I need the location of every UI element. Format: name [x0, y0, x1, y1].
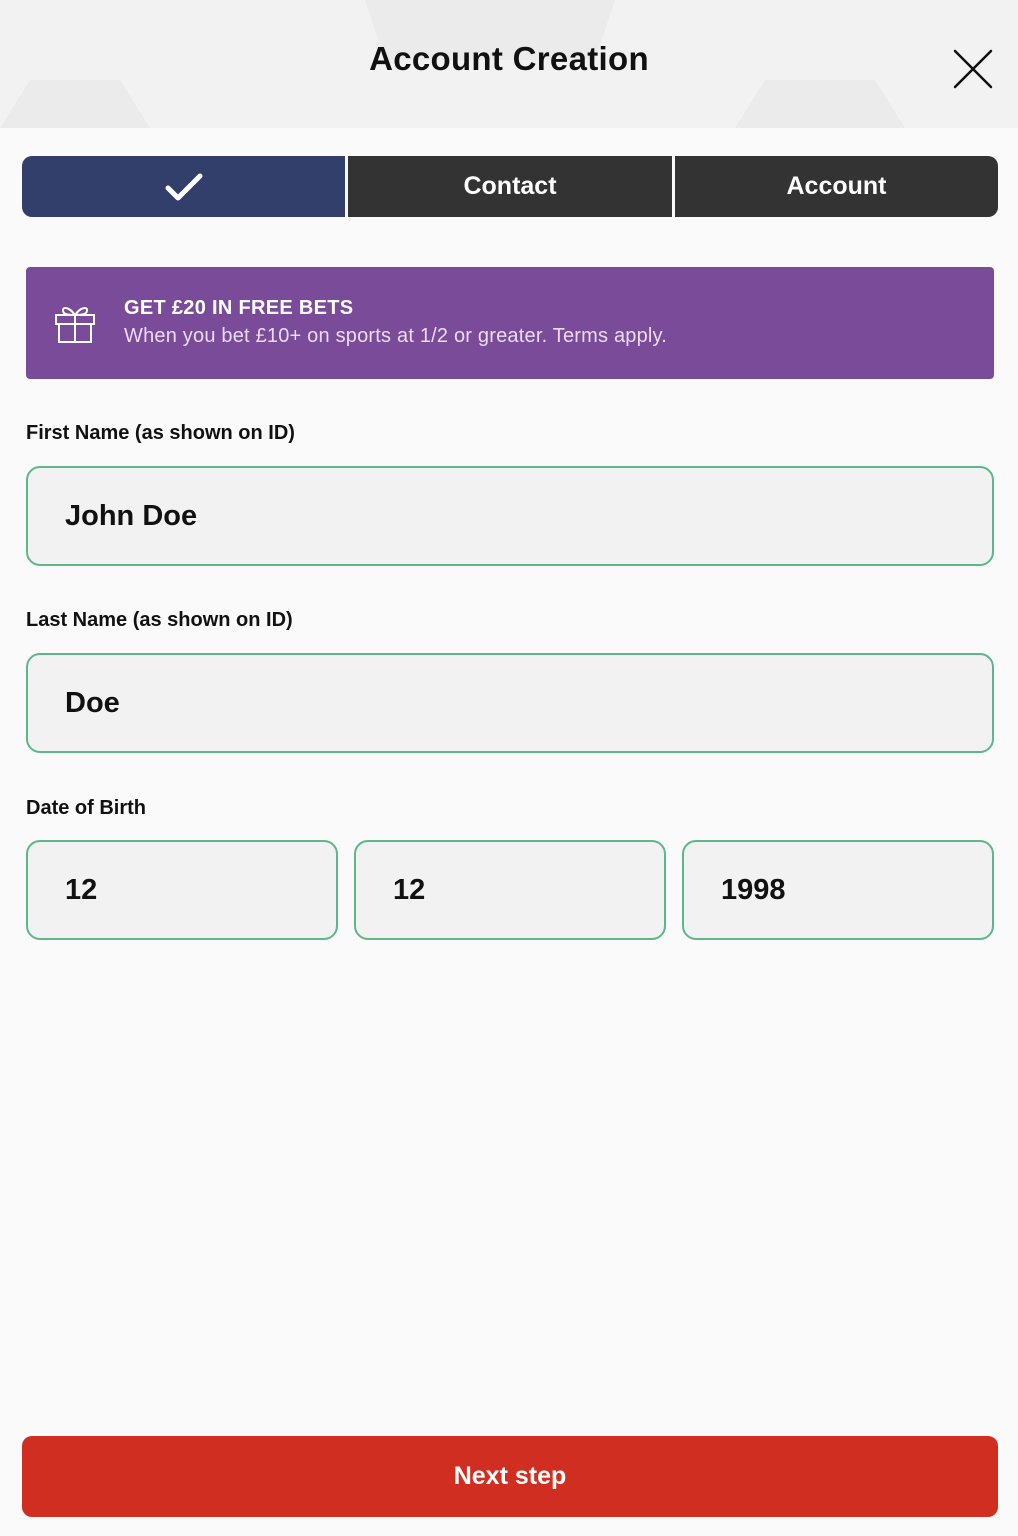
promo-terms-text: When you bet £10+ on sports at 1/2 or gr…: [124, 325, 668, 347]
step-contact[interactable]: Contact: [348, 156, 672, 217]
close-icon: [953, 49, 993, 89]
gift-icon: [55, 307, 95, 343]
header-decoration: [735, 80, 905, 128]
promo-headline: GET £20 IN FREE BETS: [124, 297, 354, 319]
last-name-label: Last Name (as shown on ID): [26, 609, 293, 631]
first-name-label: First Name (as shown on ID): [26, 422, 295, 444]
progress-stepper: Contact Account: [22, 156, 998, 217]
page-title: Account Creation: [369, 40, 649, 77]
dob-month-input[interactable]: [356, 842, 664, 938]
last-name-input[interactable]: [28, 655, 992, 751]
header-decoration: [0, 80, 150, 128]
account-creation-page: Account Creation Contact Account GET £20…: [0, 0, 1018, 1536]
dob-year-input[interactable]: [684, 842, 992, 938]
dob-day-input[interactable]: [28, 842, 336, 938]
dob-year-field: [682, 840, 994, 940]
free-bets-promo-banner: GET £20 IN FREE BETS When you bet £10+ o…: [26, 267, 994, 379]
next-step-button[interactable]: Next step: [22, 1436, 998, 1517]
last-name-field: [26, 653, 994, 753]
step-personal-completed[interactable]: [22, 156, 345, 217]
dob-day-field: [26, 840, 338, 940]
check-icon: [165, 173, 202, 200]
first-name-field: [26, 466, 994, 566]
header: Account Creation: [0, 0, 1018, 128]
close-button[interactable]: [950, 46, 996, 92]
step-account[interactable]: Account: [675, 156, 998, 217]
dob-month-field: [354, 840, 666, 940]
dob-label: Date of Birth: [26, 797, 146, 819]
first-name-input[interactable]: [28, 468, 992, 564]
